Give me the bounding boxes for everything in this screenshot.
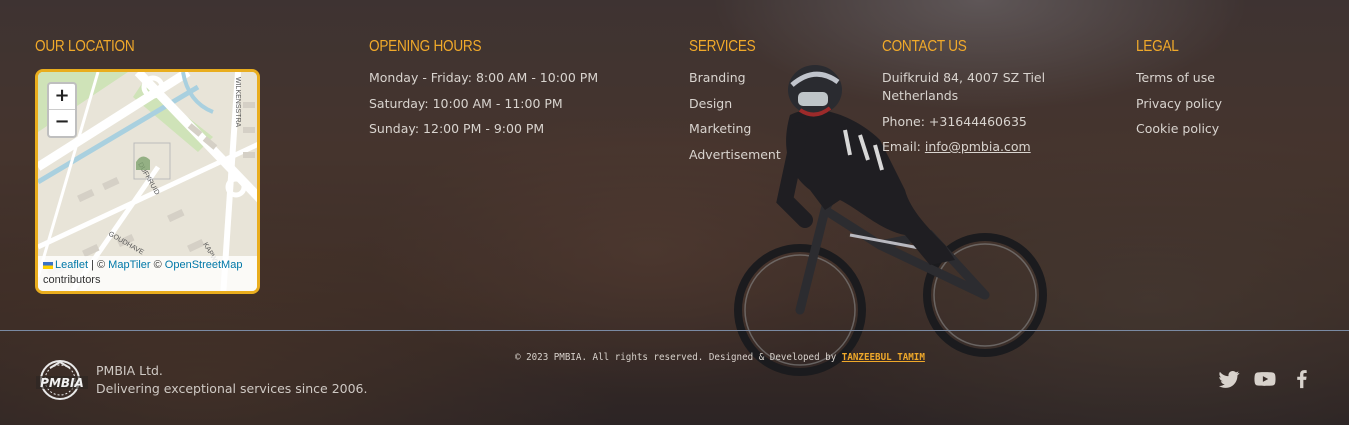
services-heading: SERVICES — [689, 38, 756, 55]
hours-saturday: Saturday: 10:00 AM - 11:00 PM — [369, 95, 563, 111]
zoom-in-button[interactable]: + — [49, 84, 75, 110]
contact-email-link[interactable]: info@pmbia.com — [925, 139, 1031, 154]
services-column: SERVICES Branding Design Marketing Adver… — [689, 38, 781, 171]
contact-phone: Phone: +31644460635 — [882, 113, 1027, 129]
hours-sunday: Sunday: 12:00 PM - 9:00 PM — [369, 121, 545, 136]
legal-link-terms[interactable]: Terms of use — [1136, 69, 1222, 87]
contact-column: CONTACT US Duifkruid 84, 4007 SZ Tiel Ne… — [882, 38, 1045, 164]
footer-divider — [0, 330, 1349, 331]
service-link-branding[interactable]: Branding — [689, 69, 781, 87]
contact-heading: CONTACT US — [882, 38, 967, 55]
developer-link[interactable]: TANZEEBUL TAMIM — [842, 352, 925, 363]
map-zoom-control: + − — [47, 82, 77, 138]
legal-link-privacy[interactable]: Privacy policy — [1136, 95, 1222, 113]
contact-email-label: Email: — [882, 139, 925, 154]
leaflet-link[interactable]: Leaflet — [55, 259, 88, 271]
contact-address-line-1: Duifkruid 84, 4007 SZ Tiel — [882, 70, 1046, 85]
company-tagline: Delivering exceptional services since 20… — [96, 381, 368, 396]
legal-column: LEGAL Terms of use Privacy policy Cookie… — [1136, 38, 1222, 146]
maptiler-link[interactable]: MapTiler — [108, 259, 150, 271]
youtube-icon[interactable] — [1253, 368, 1277, 390]
attribution-contributors: contributors — [43, 274, 101, 286]
contact-email-row: Email: info@pmbia.com — [882, 138, 1045, 156]
location-heading: OUR LOCATION — [35, 38, 135, 55]
facebook-icon[interactable] — [1290, 368, 1314, 390]
pmbia-logo[interactable]: PMBIA — [36, 358, 88, 402]
company-name: PMBIA Ltd. — [96, 363, 163, 378]
hours-weekday: Monday - Friday: 8:00 AM - 10:00 PM — [369, 70, 599, 85]
contact-address-line-2: Netherlands — [882, 88, 959, 103]
twitter-icon[interactable] — [1217, 368, 1241, 390]
legal-link-cookie[interactable]: Cookie policy — [1136, 120, 1222, 138]
attribution-copyright: © — [150, 259, 165, 271]
logo-text: PMBIA — [40, 376, 84, 390]
attribution-separator: | © — [88, 259, 109, 271]
copyright-label: © 2023 PMBIA. All rights reserved. Desig… — [515, 352, 842, 363]
service-link-marketing[interactable]: Marketing — [689, 120, 781, 138]
map-attribution: Leaflet | © MapTiler © OpenStreetMap cont… — [38, 256, 257, 291]
hours-column: OPENING HOURS Monday - Friday: 8:00 AM -… — [369, 38, 598, 146]
hours-heading: OPENING HOURS — [369, 38, 482, 55]
openstreetmap-link[interactable]: OpenStreetMap — [165, 259, 243, 271]
legal-heading: LEGAL — [1136, 38, 1179, 55]
map-street-label: WILKENSSTRA — [234, 77, 241, 128]
copyright-text: © 2023 PMBIA. All rights reserved. Desig… — [515, 352, 925, 363]
location-column: OUR LOCATION — [35, 38, 152, 69]
zoom-out-button[interactable]: − — [49, 110, 75, 136]
service-link-advertisement[interactable]: Advertisement — [689, 146, 781, 164]
ukraine-flag-icon — [43, 261, 53, 269]
location-map[interactable]: WILKENSSTRA DUFKRUID GOUDHAVE KAPWI + − … — [35, 69, 260, 294]
service-link-design[interactable]: Design — [689, 95, 781, 113]
